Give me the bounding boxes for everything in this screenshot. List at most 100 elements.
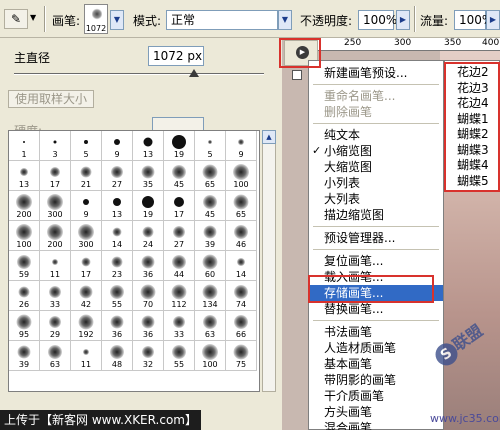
menu-item[interactable]: 纯文本	[309, 127, 443, 143]
menu-item[interactable]: 混合画笔	[309, 420, 443, 430]
brush-preset[interactable]: 9	[226, 131, 257, 161]
brush-grid-scrollbar[interactable]	[262, 130, 276, 392]
brush-tip-icon	[233, 344, 249, 360]
menu-item[interactable]: 复位画笔...	[309, 253, 443, 269]
brush-preset[interactable]: 27	[164, 221, 195, 251]
menu-item[interactable]: 预设管理器...	[309, 230, 443, 246]
brush-preset[interactable]: 300	[71, 221, 102, 251]
opacity-input[interactable]: 100%	[358, 10, 397, 30]
brush-tip-icon	[208, 140, 212, 144]
brush-preset[interactable]: 36	[102, 311, 133, 341]
brush-preset[interactable]: 74	[226, 281, 257, 311]
menu-item[interactable]: ✓ 小缩览图	[309, 143, 443, 159]
brush-preset[interactable]: 300	[40, 191, 71, 221]
brush-preset[interactable]: 29	[40, 311, 71, 341]
brush-picker-dropdown-button[interactable]: ▼	[110, 10, 124, 30]
master-diameter-input[interactable]: 1072 px	[148, 46, 204, 66]
menu-item[interactable]: 替换画笔...	[309, 301, 443, 317]
brush-preset[interactable]: 55	[102, 281, 133, 311]
flow-slider-arrow-icon[interactable]: ▶	[486, 10, 500, 30]
brush-preset[interactable]: 100	[195, 341, 226, 371]
menu-item[interactable]: 书法画笔	[309, 324, 443, 340]
menu-item[interactable]: 人造材质画笔	[309, 340, 443, 356]
brush-preset[interactable]: 100	[226, 161, 257, 191]
slider-thumb[interactable]	[189, 69, 199, 77]
brush-preset[interactable]: 63	[40, 341, 71, 371]
brush-preset[interactable]: 11	[71, 341, 102, 371]
brush-preset[interactable]: 19	[133, 191, 164, 221]
brush-preset[interactable]: 17	[71, 251, 102, 281]
brush-preset[interactable]: 21	[71, 161, 102, 191]
menu-item[interactable]: 干介质画笔	[309, 388, 443, 404]
brush-preset[interactable]: 46	[226, 221, 257, 251]
tool-preset-arrow-icon[interactable]: ▼	[30, 13, 36, 22]
master-diameter-slider[interactable]	[14, 73, 264, 75]
brush-preset[interactable]: 70	[133, 281, 164, 311]
brush-preset[interactable]: 95	[9, 311, 40, 341]
brush-preset[interactable]: 26	[9, 281, 40, 311]
brush-preset[interactable]: 39	[9, 341, 40, 371]
brush-preset[interactable]: 45	[195, 191, 226, 221]
brush-preset[interactable]: 66	[226, 311, 257, 341]
menu-item[interactable]: 小列表	[309, 175, 443, 191]
brush-preset[interactable]: 65	[195, 161, 226, 191]
brush-preset[interactable]: 17	[164, 191, 195, 221]
brush-preview[interactable]: 1072	[84, 4, 108, 34]
brush-preset[interactable]: 48	[102, 341, 133, 371]
brush-preset[interactable]: 36	[133, 311, 164, 341]
brush-preset[interactable]: 32	[133, 341, 164, 371]
brush-preset[interactable]: 112	[164, 281, 195, 311]
brush-preset[interactable]: 11	[40, 251, 71, 281]
brush-preset[interactable]: 55	[164, 341, 195, 371]
brush-preset[interactable]: 1	[9, 131, 40, 161]
brush-preset[interactable]: 192	[71, 311, 102, 341]
brush-preset[interactable]: 13	[9, 161, 40, 191]
menu-item[interactable]: 大列表	[309, 191, 443, 207]
mode-dropdown-arrow-icon[interactable]: ▼	[278, 10, 292, 30]
brush-size-label: 17	[80, 270, 92, 279]
menu-item[interactable]: 大缩览图	[309, 159, 443, 175]
brush-preset[interactable]: 100	[9, 221, 40, 251]
brush-preset[interactable]: 36	[133, 251, 164, 281]
brush-preset[interactable]: 24	[133, 221, 164, 251]
opacity-slider-arrow-icon[interactable]: ▶	[396, 10, 410, 30]
brush-preset[interactable]: 23	[102, 251, 133, 281]
brush-preset[interactable]: 44	[164, 251, 195, 281]
brush-preset[interactable]: 200	[9, 191, 40, 221]
menu-item[interactable]: 描边缩览图	[309, 207, 443, 223]
brush-preset[interactable]: 63	[195, 311, 226, 341]
brush-preset[interactable]: 45	[164, 161, 195, 191]
brush-preset[interactable]: 14	[102, 221, 133, 251]
brush-preset[interactable]: 35	[133, 161, 164, 191]
brush-preset[interactable]: 19	[164, 131, 195, 161]
brush-preset[interactable]: 65	[226, 191, 257, 221]
brush-preset[interactable]: 60	[195, 251, 226, 281]
brush-preset[interactable]: 14	[226, 251, 257, 281]
brush-preset[interactable]: 5	[71, 131, 102, 161]
brush-preset[interactable]: 59	[9, 251, 40, 281]
brush-preset[interactable]: 5	[195, 131, 226, 161]
menu-item[interactable]: 基本画笔	[309, 356, 443, 372]
flow-input[interactable]: 100%	[454, 10, 493, 30]
brush-preset[interactable]: 39	[195, 221, 226, 251]
brush-preset[interactable]: 27	[102, 161, 133, 191]
scroll-up-icon[interactable]: ▲	[262, 130, 276, 144]
brush-preset[interactable]: 13	[102, 191, 133, 221]
brush-preset[interactable]: 42	[71, 281, 102, 311]
brush-preset[interactable]: 9	[102, 131, 133, 161]
brush-preset[interactable]: 33	[40, 281, 71, 311]
menu-item[interactable]: 新建画笔预设...	[309, 65, 443, 81]
brush-preset[interactable]: 134	[195, 281, 226, 311]
brush-preset[interactable]: 75	[226, 341, 257, 371]
panel-resize-icon[interactable]	[292, 70, 302, 80]
brush-preset[interactable]: 3	[40, 131, 71, 161]
brush-tool-icon[interactable]: ✎	[4, 9, 28, 29]
brush-preset[interactable]: 33	[164, 311, 195, 341]
menu-item[interactable]: 带阴影的画笔	[309, 372, 443, 388]
menu-item[interactable]: 方头画笔	[309, 404, 443, 420]
brush-preset[interactable]: 13	[133, 131, 164, 161]
brush-preset[interactable]: 200	[40, 221, 71, 251]
mode-select[interactable]: 正常	[166, 10, 278, 30]
brush-preset[interactable]: 17	[40, 161, 71, 191]
brush-preset[interactable]: 9	[71, 191, 102, 221]
